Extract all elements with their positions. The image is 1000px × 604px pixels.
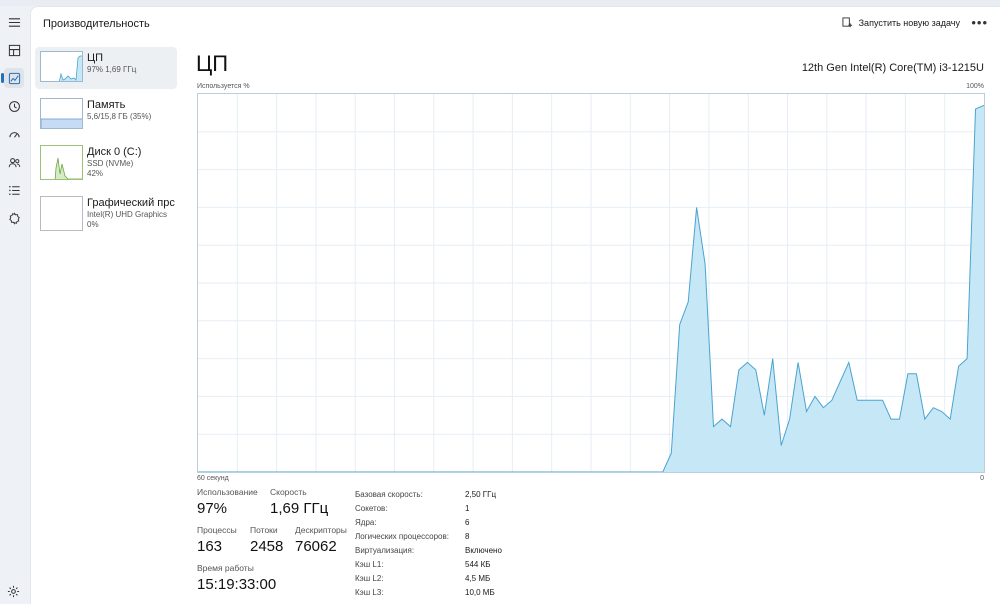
device-item-memory[interactable]: Память 5,6/15,8 ГБ (35%) xyxy=(35,94,177,136)
more-options-button[interactable]: ••• xyxy=(971,15,988,30)
usage-axis-label: Используется % xyxy=(197,83,250,90)
stat-value: 97% xyxy=(197,500,228,517)
device-detail: SSD (NVMe) xyxy=(87,159,134,168)
property-key: Базовая скорость: xyxy=(355,489,423,499)
cpu-model: 12th Gen Intel(R) Core(TM) i3-1215U xyxy=(801,62,984,74)
device-detail: Intel(R) UHD Graphics xyxy=(87,210,168,219)
device-list: ЦП 97% 1,69 ГГц Память 5,6/15,8 ГБ (35%)… xyxy=(35,47,177,243)
property-value: 4,5 МБ xyxy=(465,573,491,583)
stat-value: 163 xyxy=(197,538,223,555)
property-value: 10,0 МБ xyxy=(465,587,495,597)
device-name: Память xyxy=(87,99,126,111)
cpu-usage-chart xyxy=(198,94,984,472)
property-value: 544 КБ xyxy=(465,559,491,569)
property-row: Ядра: 6 xyxy=(355,515,502,529)
time-span-label: 60 секунд xyxy=(197,475,229,482)
property-row: Базовая скорость: 2,50 ГГц xyxy=(355,487,502,501)
property-key: Виртуализация: xyxy=(355,545,415,555)
settings-gear-icon[interactable] xyxy=(7,585,20,598)
processes-icon[interactable] xyxy=(4,40,24,60)
gpu-thumbnail-graph xyxy=(40,196,83,231)
property-key: Кэш L3: xyxy=(355,587,384,597)
cpu-thumbnail-graph xyxy=(40,51,83,82)
services-icon[interactable] xyxy=(4,208,24,228)
device-name: ЦП xyxy=(87,52,104,64)
device-name: Диск 0 (C:) xyxy=(87,146,142,158)
run-task-icon xyxy=(842,17,852,28)
stat-label: Использование xyxy=(197,487,258,497)
property-key: Ядра: xyxy=(355,517,377,527)
memory-thumbnail-graph xyxy=(40,98,83,129)
property-key: Сокетов: xyxy=(355,503,388,513)
speed-stat: Скорость 1,69 ГГц xyxy=(270,487,328,517)
nav-rail xyxy=(0,6,28,604)
cpu-usage-graph xyxy=(197,93,985,473)
stat-value: 1,69 ГГц xyxy=(270,500,329,517)
stat-label: Процессы xyxy=(197,525,237,535)
stat-label: Потоки xyxy=(250,525,278,535)
property-key: Кэш L1: xyxy=(355,559,384,569)
stat-value: 15:19:33:00 xyxy=(197,576,277,593)
property-row: Сокетов: 1 xyxy=(355,501,502,515)
device-item-cpu[interactable]: ЦП 97% 1,69 ГГц xyxy=(35,47,177,89)
device-usage: 42% xyxy=(87,169,104,178)
uptime-stat: Время работы 15:19:33:00 xyxy=(197,563,276,593)
startup-apps-icon[interactable] xyxy=(4,124,24,144)
disk-thumbnail-graph xyxy=(40,145,83,180)
property-value: 1 xyxy=(465,503,470,513)
property-row: Логических процессоров: 8 xyxy=(355,529,502,543)
app-history-icon[interactable] xyxy=(4,96,24,116)
performance-icon[interactable] xyxy=(1,68,24,88)
property-key: Логических процессоров: xyxy=(355,531,449,541)
property-row: Кэш L2: 4,5 МБ xyxy=(355,571,502,585)
main-panel: Производительность Запустить новую задач… xyxy=(30,6,1000,604)
users-icon[interactable] xyxy=(4,152,24,172)
details-icon[interactable] xyxy=(4,180,24,200)
property-row: Виртуализация: Включено xyxy=(355,543,502,557)
property-key: Кэш L2: xyxy=(355,573,384,583)
device-name: Графический прс xyxy=(87,197,175,209)
device-usage: 0% xyxy=(87,220,99,229)
hamburger-menu-icon[interactable] xyxy=(4,12,24,32)
device-item-gpu[interactable]: Графический прс Intel(R) UHD Graphics 0% xyxy=(35,192,177,238)
usage-stat: Использование 97% xyxy=(197,487,258,517)
property-value: Включено xyxy=(465,545,502,555)
cpu-title: ЦП xyxy=(196,51,229,76)
run-new-task-button[interactable]: Запустить новую задачу xyxy=(842,17,960,28)
property-value: 6 xyxy=(465,517,470,527)
stat-label: Скорость xyxy=(270,487,307,497)
stat-label: Время работы xyxy=(197,563,254,573)
property-row: Кэш L3: 10,0 МБ xyxy=(355,585,502,599)
device-detail: 97% 1,69 ГГц xyxy=(87,65,137,74)
stat-label: Дескрипторы xyxy=(295,525,347,535)
property-value: 8 xyxy=(465,531,470,541)
stat-value: 76062 xyxy=(295,538,337,555)
run-task-label: Запустить новую задачу xyxy=(858,17,960,28)
page-title: Производительность xyxy=(43,18,150,30)
device-item-disk[interactable]: Диск 0 (C:) SSD (NVMe) 42% xyxy=(35,141,177,187)
handles-stat: Дескрипторы 76062 xyxy=(295,525,347,555)
device-detail: 5,6/15,8 ГБ (35%) xyxy=(87,112,152,121)
processes-stat: Процессы 163 xyxy=(197,525,237,555)
threads-stat: Потоки 2458 xyxy=(250,525,283,555)
cpu-properties: Базовая скорость: 2,50 ГГц Сокетов: 1 Ядра… xyxy=(355,487,502,599)
property-row: Кэш L1: 544 КБ xyxy=(355,557,502,571)
stat-value: 2458 xyxy=(250,538,284,555)
max-label: 100% xyxy=(966,83,984,90)
min-label: 0 xyxy=(980,475,984,482)
property-value: 2,50 ГГц xyxy=(465,489,497,499)
